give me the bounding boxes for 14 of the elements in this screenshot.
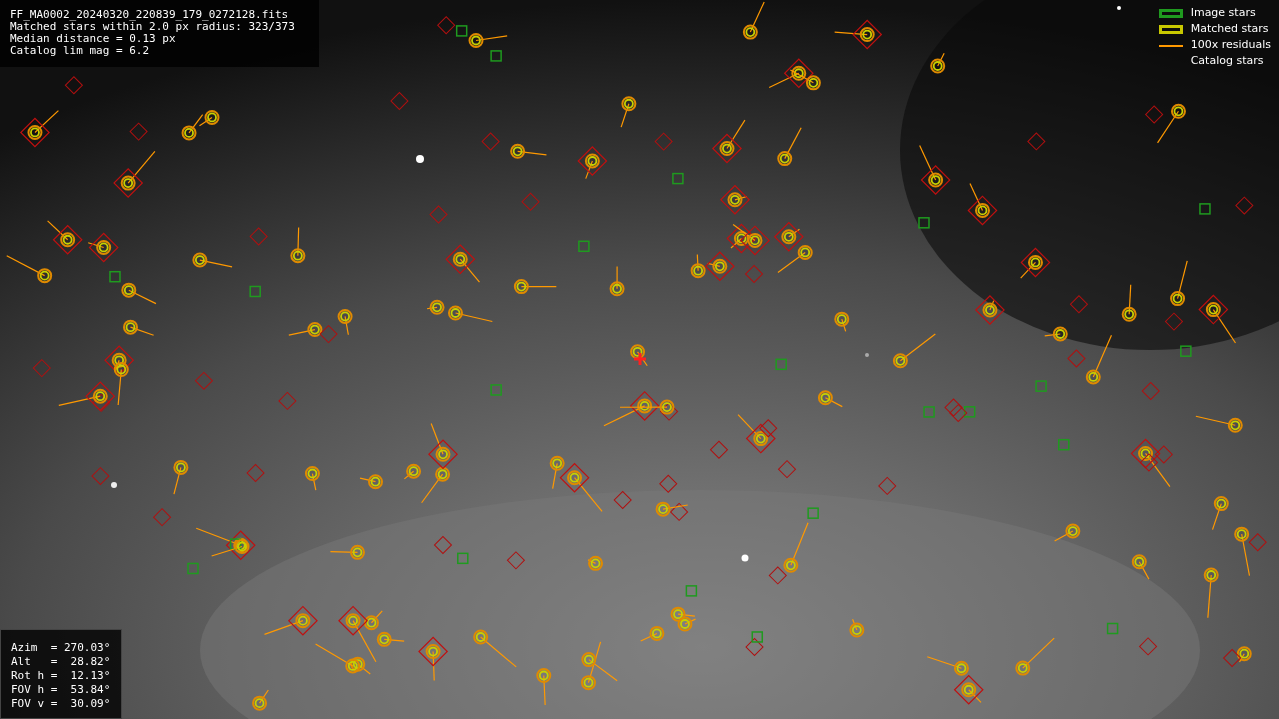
center-cross-icon [634, 353, 646, 365]
pointing-text: Azim = 270.03° [11, 641, 111, 655]
legend-label: Matched stars [1190, 21, 1269, 38]
legend-label: 100x residuals [1190, 37, 1271, 54]
pointing-text: Alt = 28.82° [11, 655, 111, 669]
legend-label: Catalog stars [1190, 53, 1264, 70]
pointing-text: FOV v = 30.09° [11, 697, 111, 711]
info-text: FF_MA0002_20240320_220839_179_0272128.fits [10, 9, 290, 21]
legend-label: Image stars [1190, 5, 1256, 22]
info-text: Median distance = 0.13 px [10, 33, 177, 45]
info-text: Catalog lim mag = 6.2 [10, 45, 151, 57]
pointing-text: FOV h = 53.84° [11, 683, 111, 697]
info-text: Matched stars within 2.0 px radius: 323/373 [10, 21, 296, 33]
pointing-text: Rot h = 12.13° [11, 669, 111, 683]
